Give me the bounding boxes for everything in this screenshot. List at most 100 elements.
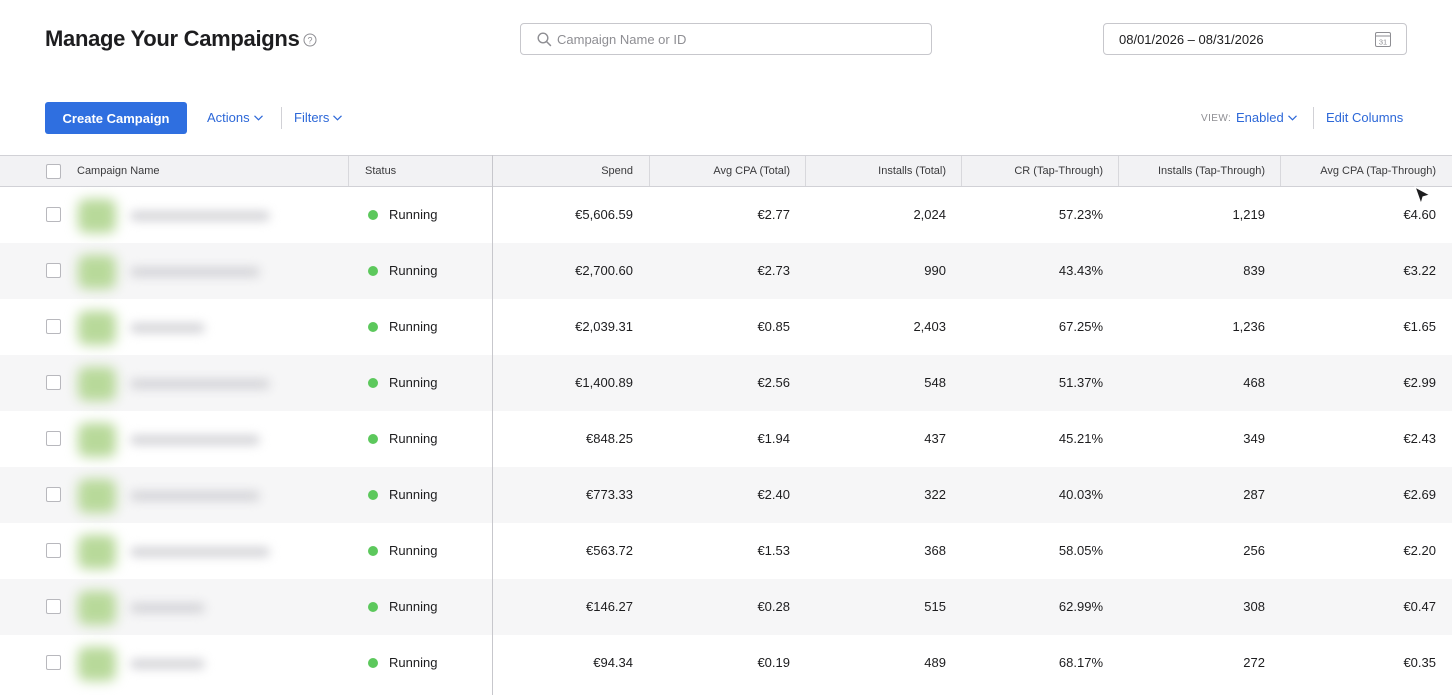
column-header-spend[interactable]: Spend [500,156,633,186]
row-checkbox[interactable] [46,543,61,558]
table-row[interactable]: Running €94.34 €0.19 489 68.17% 272 €0.3… [0,635,1452,691]
select-all-checkbox[interactable] [46,164,61,179]
spend-cell: €2,700.60 [575,263,633,278]
status-text: Running [389,655,438,670]
actions-label: Actions [207,110,250,125]
svg-text:?: ? [307,36,312,46]
chevron-down-icon [1287,114,1297,121]
column-header-avg-cpa-total[interactable]: Avg CPA (Total) [650,156,790,186]
frozen-column-divider [492,155,493,695]
campaign-app-icon [78,479,116,513]
avg-cpa-total-cell: €0.19 [757,655,790,670]
status-dot-icon [368,546,378,556]
calendar-icon[interactable]: 31 [1374,30,1392,48]
campaign-name-redacted[interactable] [130,603,205,613]
actions-dropdown[interactable]: Actions [207,110,263,125]
view-dropdown[interactable]: Enabled [1236,110,1297,125]
installs-total-cell: 2,024 [913,207,946,222]
status-text: Running [389,599,438,614]
status-dot-icon [368,266,378,276]
avg-cpa-tap-through-cell: €2.20 [1403,543,1436,558]
column-header-installs-total[interactable]: Installs (Total) [806,156,946,186]
row-checkbox[interactable] [46,375,61,390]
status-dot-icon [368,210,378,220]
installs-total-cell: 489 [924,655,946,670]
table-row[interactable]: Running €1,400.89 €2.56 548 51.37% 468 €… [0,355,1452,411]
column-header-avg-cpa-tap-through[interactable]: Avg CPA (Tap-Through) [1281,156,1436,186]
campaign-name-redacted[interactable] [130,435,260,445]
campaign-name-redacted[interactable] [130,267,260,277]
row-checkbox[interactable] [46,487,61,502]
table-row[interactable]: Running €563.72 €1.53 368 58.05% 256 €2.… [0,523,1452,579]
column-header-campaign-name[interactable]: Campaign Name [77,156,160,186]
installs-total-cell: 322 [924,487,946,502]
campaign-name-redacted[interactable] [130,323,205,333]
row-checkbox[interactable] [46,431,61,446]
status-text: Running [389,375,438,390]
spend-cell: €5,606.59 [575,207,633,222]
campaign-name-redacted[interactable] [130,491,260,501]
question-circle-icon[interactable]: ? [303,33,317,47]
column-divider [348,156,349,186]
avg-cpa-tap-through-cell: €3.22 [1403,263,1436,278]
create-campaign-button[interactable]: Create Campaign [45,102,187,134]
status-text: Running [389,263,438,278]
avg-cpa-total-cell: €2.73 [757,263,790,278]
table-row[interactable]: Running €773.33 €2.40 322 40.03% 287 €2.… [0,467,1452,523]
row-checkbox[interactable] [46,655,61,670]
campaign-app-icon [78,311,116,345]
table-header: Campaign Name Status Spend Avg CPA (Tota… [0,155,1452,187]
status-dot-icon [368,658,378,668]
status-text: Running [389,487,438,502]
table-row[interactable]: Running €2,039.31 €0.85 2,403 67.25% 1,2… [0,299,1452,355]
cr-tap-through-cell: 43.43% [1058,263,1103,278]
status-dot-icon [368,378,378,388]
campaign-name-redacted[interactable] [130,659,205,669]
row-checkbox[interactable] [46,319,61,334]
row-checkbox[interactable] [46,263,61,278]
avg-cpa-total-cell: €1.94 [757,431,790,446]
avg-cpa-tap-through-cell: €2.43 [1403,431,1436,446]
campaign-name-redacted[interactable] [130,547,270,557]
search-input[interactable] [557,24,917,54]
table-row[interactable]: Running €2,700.60 €2.73 990 43.43% 839 €… [0,243,1452,299]
chevron-down-icon [253,114,263,121]
search-box[interactable] [520,23,932,55]
campaign-name-redacted[interactable] [130,379,270,389]
edit-columns-link[interactable]: Edit Columns [1326,110,1403,125]
avg-cpa-total-cell: €1.53 [757,543,790,558]
avg-cpa-total-cell: €2.40 [757,487,790,502]
installs-tap-through-cell: 1,236 [1232,319,1265,334]
campaign-app-icon [78,255,116,289]
table-row[interactable]: Running €848.25 €1.94 437 45.21% 349 €2.… [0,411,1452,467]
installs-total-cell: 990 [924,263,946,278]
avg-cpa-tap-through-cell: €2.99 [1403,375,1436,390]
column-header-installs-tap-through[interactable]: Installs (Tap-Through) [1119,156,1265,186]
table-row[interactable]: Running €146.27 €0.28 515 62.99% 308 €0.… [0,579,1452,635]
filters-dropdown[interactable]: Filters [294,110,343,125]
campaign-name-redacted[interactable] [130,211,270,221]
date-range-picker[interactable]: 08/01/2026 – 08/31/2026 31 [1103,23,1407,55]
row-checkbox[interactable] [46,207,61,222]
column-header-cr-tap-through[interactable]: CR (Tap-Through) [962,156,1103,186]
spend-cell: €2,039.31 [575,319,633,334]
row-checkbox[interactable] [46,599,61,614]
view-label: VIEW: [1201,113,1232,124]
column-header-status[interactable]: Status [365,156,396,186]
spend-cell: €94.34 [593,655,633,670]
calendar-day-label: 31 [1379,38,1387,47]
status-dot-icon [368,490,378,500]
installs-tap-through-cell: 468 [1243,375,1265,390]
status-dot-icon [368,602,378,612]
cr-tap-through-cell: 68.17% [1058,655,1103,670]
cr-tap-through-cell: 57.23% [1058,207,1103,222]
campaign-app-icon [78,367,116,401]
installs-tap-through-cell: 256 [1243,543,1265,558]
cr-tap-through-cell: 62.99% [1058,599,1103,614]
installs-tap-through-cell: 287 [1243,487,1265,502]
table-row[interactable]: Running €5,606.59 €2.77 2,024 57.23% 1,2… [0,187,1452,243]
status-dot-icon [368,434,378,444]
campaign-app-icon [78,423,116,457]
installs-tap-through-cell: 272 [1243,655,1265,670]
spend-cell: €563.72 [586,543,633,558]
